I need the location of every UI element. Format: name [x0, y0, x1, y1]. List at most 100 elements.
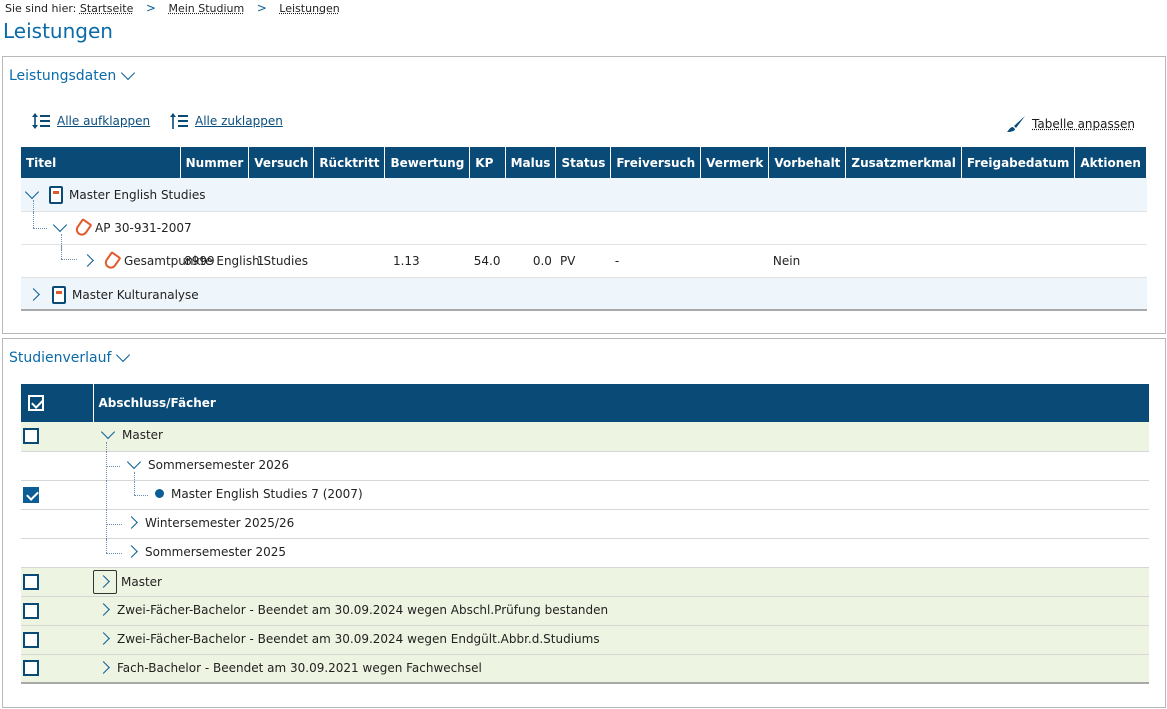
chevron-right-icon[interactable] [81, 254, 94, 267]
collapse-all-button[interactable]: Alle zuklappen [169, 112, 283, 130]
row-checkbox[interactable] [23, 660, 39, 677]
chevron-down-icon [116, 347, 131, 363]
col-freigabedatum[interactable]: Freigabedatum [961, 147, 1076, 178]
chevron-right-icon: > [256, 1, 267, 15]
tree-line [106, 523, 122, 525]
breadcrumb-link-startseite[interactable]: Startseite [80, 2, 134, 15]
brush-icon [1007, 116, 1025, 132]
cell-freiversuch [610, 277, 701, 311]
chevron-right-icon[interactable] [97, 603, 110, 616]
cell-zusatzmerkmal [845, 178, 962, 212]
chevron-right-icon[interactable] [97, 661, 110, 674]
row-label: Fach-Bachelor - Beendet am 30.09.2021 we… [117, 660, 482, 675]
table-row: Fach-Bachelor - Beendet am 30.09.2021 we… [21, 654, 1149, 684]
cell-bewertung [384, 178, 470, 212]
col-kp[interactable]: KP [469, 147, 506, 178]
cell-vermerk [700, 211, 769, 245]
chevron-down-icon[interactable] [52, 217, 68, 232]
breadcrumb: Sie sind hier: Startseite > Mein Studium… [5, 1, 340, 15]
chevron-down-icon[interactable] [126, 454, 142, 469]
cell-freigabedatum [961, 244, 1075, 278]
row-checkbox[interactable] [23, 602, 39, 619]
row-checkbox[interactable] [23, 486, 39, 503]
breadcrumb-current: Leistungen [279, 2, 340, 15]
tree-line [106, 480, 107, 510]
cell-malus [505, 178, 556, 212]
tree-line [134, 480, 135, 495]
tree-line [33, 227, 47, 229]
chevron-down-icon[interactable] [24, 184, 40, 200]
tree-line [61, 244, 62, 259]
chevron-right-icon[interactable] [125, 516, 138, 529]
breadcrumb-link-mein-studium[interactable]: Mein Studium [168, 2, 244, 15]
table-row: Master English Studies 7 (2007) [21, 480, 1149, 510]
cell-malus: 0.0 [505, 244, 556, 278]
tree-line [106, 552, 122, 554]
table-row: Master Kulturanalyse [21, 277, 1147, 311]
leistungsdaten-title: Leistungsdaten [9, 68, 117, 84]
col-abschluss-faecher[interactable]: Abschluss/Fächer [93, 384, 1149, 422]
cell-malus [505, 277, 556, 311]
row-label: Sommersemester 2025 [145, 544, 286, 559]
cell-vermerk [700, 244, 769, 278]
chevron-down-icon [121, 65, 136, 81]
col-freiversuch[interactable]: Freiversuch [610, 147, 702, 178]
col-malus[interactable]: Malus [505, 147, 557, 178]
cell-zusatzmerkmal [845, 277, 962, 311]
col-vermerk[interactable]: Vermerk [700, 147, 770, 178]
cell-bewertung [384, 211, 470, 245]
leistungsdaten-table: Titel Nummer Versuch Rücktritt Bewertung… [21, 147, 1147, 311]
chevron-right-icon[interactable] [97, 632, 110, 645]
bullet-icon [155, 489, 164, 498]
col-vorbehalt[interactable]: Vorbehalt [768, 147, 847, 178]
cell-vermerk [700, 178, 769, 212]
expand-button[interactable] [93, 569, 117, 594]
leistungsdaten-toggle[interactable]: Leistungsdaten [9, 65, 136, 84]
col-bewertung[interactable]: Bewertung [384, 147, 471, 178]
cell-freiversuch: - [610, 244, 701, 278]
col-status[interactable]: Status [555, 147, 612, 178]
tree-line [106, 538, 107, 553]
row-label: Master [122, 428, 163, 442]
cell-bewertung: 1.13 [384, 244, 470, 278]
cell-kp [469, 178, 506, 212]
chevron-right-icon[interactable] [125, 545, 138, 558]
cell-vermerk [700, 277, 769, 311]
book-icon [52, 285, 66, 304]
chevron-right-icon[interactable] [27, 288, 40, 301]
col-nummer[interactable]: Nummer [180, 147, 250, 178]
cell-ruecktritt [313, 244, 385, 278]
leistungsdaten-panel: Leistungsdaten Alle aufklappen Alle zukl… [2, 56, 1166, 334]
col-zusatzmerkmal[interactable]: Zusatzmerkmal [845, 147, 962, 178]
cell-versuch [248, 211, 314, 245]
col-ruecktritt[interactable]: Rücktritt [313, 147, 386, 178]
customize-table-label: Tabelle anpassen [1032, 117, 1135, 131]
tag-icon [102, 250, 122, 271]
row-checkbox[interactable] [23, 428, 39, 445]
expand-all-label: Alle aufklappen [57, 114, 151, 128]
cell-versuch [248, 277, 314, 311]
studienverlauf-panel: Studienverlauf Abschluss/Fächer Master S… [2, 338, 1166, 708]
row-checkbox[interactable] [23, 573, 39, 590]
cell-zusatzmerkmal [845, 211, 962, 245]
col-titel[interactable]: Titel [21, 147, 181, 178]
row-label: Zwei-Fächer-Bachelor - Beendet am 30.09.… [117, 631, 600, 646]
table-row: Gesamtpunkte English Studies 8999 1 1.13… [21, 244, 1147, 278]
row-title: Master Kulturanalyse [72, 287, 199, 302]
col-aktionen[interactable]: Aktionen [1074, 147, 1147, 178]
cell-bewertung [384, 277, 470, 311]
table-row: Master [21, 422, 1149, 452]
expand-all-button[interactable]: Alle aufklappen [31, 112, 150, 130]
select-all-header[interactable] [21, 384, 94, 422]
col-versuch[interactable]: Versuch [248, 147, 315, 178]
select-all-checkbox[interactable] [28, 395, 44, 411]
table-row: Wintersemester 2025/26 [21, 509, 1149, 539]
table-row: Zwei-Fächer-Bachelor - Beendet am 30.09.… [21, 596, 1149, 626]
row-checkbox[interactable] [23, 631, 39, 648]
studienverlauf-toggle[interactable]: Studienverlauf [9, 347, 131, 366]
chevron-down-icon[interactable] [100, 424, 116, 440]
cell-status [555, 277, 611, 311]
cell-kp: 54.0 [469, 244, 506, 278]
cell-vorbehalt [768, 211, 846, 245]
customize-table-button[interactable]: Tabelle anpassen [1006, 115, 1135, 133]
